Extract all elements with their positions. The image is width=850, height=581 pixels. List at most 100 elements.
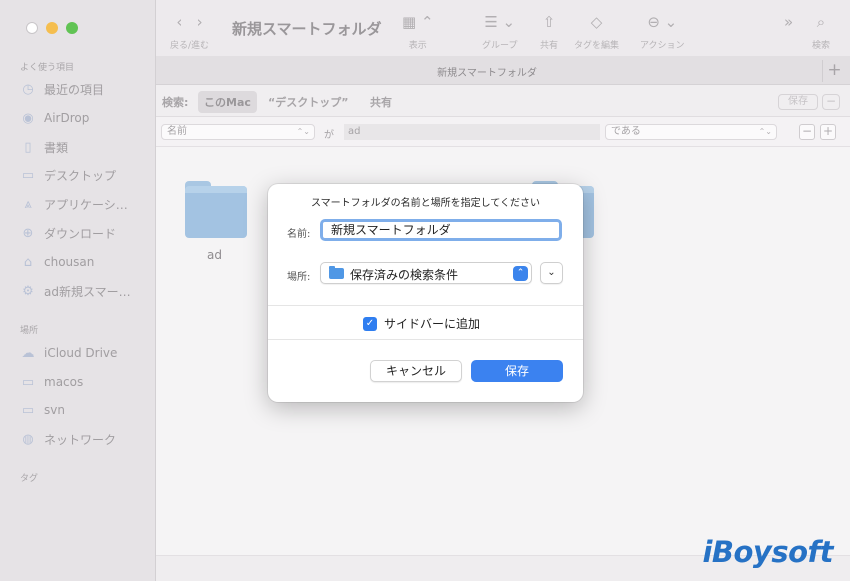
add-to-sidebar-checkbox[interactable]: ✓ サイドバーに追加	[363, 315, 480, 332]
checkmark-icon: ✓	[363, 316, 377, 331]
attribute-value: 名前	[167, 126, 187, 137]
share-label: 共有	[540, 41, 559, 51]
save-search-button[interactable]: 保存	[778, 94, 818, 110]
sidebar-item-home[interactable]: ⌂ chousan	[20, 251, 95, 273]
sidebar-item-label: AirDrop	[44, 111, 90, 125]
attribute-select[interactable]: 名前 ⌃⌄	[161, 124, 315, 140]
disk-icon: ▭	[21, 402, 35, 418]
chevron-updown-icon: ⌃⌄	[758, 127, 772, 136]
sidebar-item-label: デスクトップ	[44, 168, 117, 183]
add-to-sidebar-label: サイドバーに追加	[384, 317, 481, 331]
sidebar-item-label: 最近の項目	[44, 82, 105, 97]
document-icon: ▯	[24, 139, 32, 155]
more-toolbar-button[interactable]: »	[784, 12, 793, 32]
tags-label: タグを編集	[574, 41, 620, 51]
sidebar-item-label: アプリケーシ…	[44, 197, 128, 212]
window-title: 新規スマートフォルダ	[232, 20, 382, 38]
sidebar-item-documents[interactable]: ▯ 書類	[20, 136, 68, 158]
back-forward-button[interactable]: ‹ › 戻る/進む	[170, 12, 209, 51]
remove-search-button[interactable]: −	[822, 94, 840, 110]
expand-button[interactable]: ⌄	[540, 262, 563, 284]
action-button[interactable]: ⊖ ⌄ アクション	[640, 12, 685, 51]
sidebar-item-label: iCloud Drive	[44, 346, 118, 360]
sidebar-item-svn[interactable]: ▭ svn	[20, 399, 65, 421]
desktop-icon: ▭	[21, 167, 35, 183]
zoom-window-button[interactable]	[66, 22, 78, 34]
group-label: グループ	[482, 41, 518, 51]
scope-desktop[interactable]: “デスクトップ”	[268, 94, 348, 110]
dialog-title: スマートフォルダの名前と場所を指定してください	[310, 198, 541, 209]
cloud-icon: ☁	[21, 345, 35, 361]
sidebar-item-applications[interactable]: ⩓ アプリケーシ…	[20, 193, 128, 215]
criteria-connector: が	[324, 130, 334, 141]
sidebar-item-label: ネットワーク	[44, 432, 117, 447]
sidebar-item-downloads[interactable]: ⊕ ダウンロード	[20, 222, 116, 244]
view-label: 表示	[408, 41, 427, 51]
clock-icon: ◷	[22, 81, 34, 97]
operator-select[interactable]: である ⌃⌄	[605, 124, 777, 140]
search-criteria-row: 名前 ⌃⌄ が ad である ⌃⌄ − +	[156, 117, 850, 147]
traffic-lights	[26, 22, 78, 34]
action-label: アクション	[640, 41, 685, 51]
tab-bar: 新規スマートフォルダ +	[156, 56, 850, 85]
minimize-window-button[interactable]	[46, 22, 58, 34]
criteria-value-field[interactable]: ad	[344, 124, 600, 140]
finder-window: よく使う項目 ◷ 最近の項目 ◉ AirDrop ▯ 書類 ▭ デスクトップ ⩓…	[0, 0, 850, 581]
search-scope-bar: 検索: このMac “デスクトップ” 共有 保存 −	[156, 85, 850, 117]
applications-icon: ⩓	[24, 196, 32, 212]
share-icon: ⇧	[542, 13, 556, 31]
folder-icon[interactable]	[185, 181, 247, 239]
location-select[interactable]: 保存済みの検索条件 ⌃	[320, 262, 532, 284]
tags-heading: タグ	[20, 474, 39, 484]
airdrop-icon: ◉	[22, 110, 34, 126]
sidebar-item-smart-folder[interactable]: ⚙ ad新規スマー…	[20, 280, 131, 302]
chevron-updown-icon: ⌃	[513, 266, 528, 281]
scope-shared[interactable]: 共有	[370, 94, 392, 110]
brand-watermark: iBoysoft	[702, 535, 833, 569]
ellipsis-circle-icon: ⊖ ⌄	[647, 13, 678, 31]
chevron-left-right-icon: ‹ ›	[176, 13, 203, 31]
scope-label: 検索:	[162, 96, 189, 109]
sidebar-item-airdrop[interactable]: ◉ AirDrop	[20, 107, 89, 129]
sidebar-item-macos[interactable]: ▭ macos	[20, 371, 83, 393]
sidebar-item-network[interactable]: ◍ ネットワーク	[20, 428, 116, 450]
group-icon: ☰ ⌄	[484, 13, 516, 31]
new-tab-button[interactable]: +	[822, 60, 846, 82]
folder-label[interactable]: ad	[207, 248, 222, 262]
close-window-button[interactable]	[26, 22, 38, 34]
sidebar-item-label: macos	[44, 375, 84, 389]
toolbar: ‹ › 戻る/進む 新規スマートフォルダ ▦ ⌃ 表示 ☰ ⌄ グループ ⇧ 共…	[156, 0, 850, 56]
grid-view-icon: ▦ ⌃	[402, 13, 434, 31]
scope-this-mac[interactable]: このMac	[198, 91, 257, 113]
sidebar-item-label: ad新規スマー…	[44, 284, 131, 299]
save-button[interactable]: 保存	[471, 360, 563, 382]
sidebar-item-label: chousan	[44, 255, 95, 269]
smart-folder-icon: ⚙	[22, 283, 34, 299]
sidebar-item-recents[interactable]: ◷ 最近の項目	[20, 78, 104, 100]
view-button[interactable]: ▦ ⌃ 表示	[402, 12, 434, 51]
chevron-updown-icon: ⌃⌄	[296, 127, 310, 136]
location-label: 場所:	[287, 272, 311, 283]
divider	[268, 305, 583, 306]
operator-value: である	[611, 126, 641, 137]
download-icon: ⊕	[22, 225, 34, 241]
add-criteria-button[interactable]: +	[820, 124, 836, 140]
chevron-down-icon: ⌄	[547, 267, 556, 278]
search-icon: ⌕	[816, 13, 826, 31]
locations-heading: 場所	[20, 326, 39, 336]
edit-tags-button[interactable]: ◇ タグを編集	[574, 12, 619, 51]
share-button[interactable]: ⇧ 共有	[540, 12, 558, 51]
divider	[268, 339, 583, 340]
double-chevron-icon: »	[784, 13, 794, 31]
search-button[interactable]: ⌕ 検索	[812, 12, 830, 51]
back-forward-label: 戻る/進む	[170, 41, 210, 51]
sidebar-item-label: ダウンロード	[44, 226, 117, 241]
cancel-button[interactable]: キャンセル	[370, 360, 462, 382]
sidebar-item-desktop[interactable]: ▭ デスクトップ	[20, 164, 116, 186]
favorites-heading: よく使う項目	[20, 63, 75, 73]
group-button[interactable]: ☰ ⌄ グループ	[482, 12, 517, 51]
tab-smart-folder[interactable]: 新規スマートフォルダ	[156, 64, 818, 79]
sidebar-item-icloud-drive[interactable]: ☁ iCloud Drive	[20, 342, 118, 364]
remove-criteria-button[interactable]: −	[799, 124, 815, 140]
name-field[interactable]: 新規スマートフォルダ	[320, 219, 562, 241]
